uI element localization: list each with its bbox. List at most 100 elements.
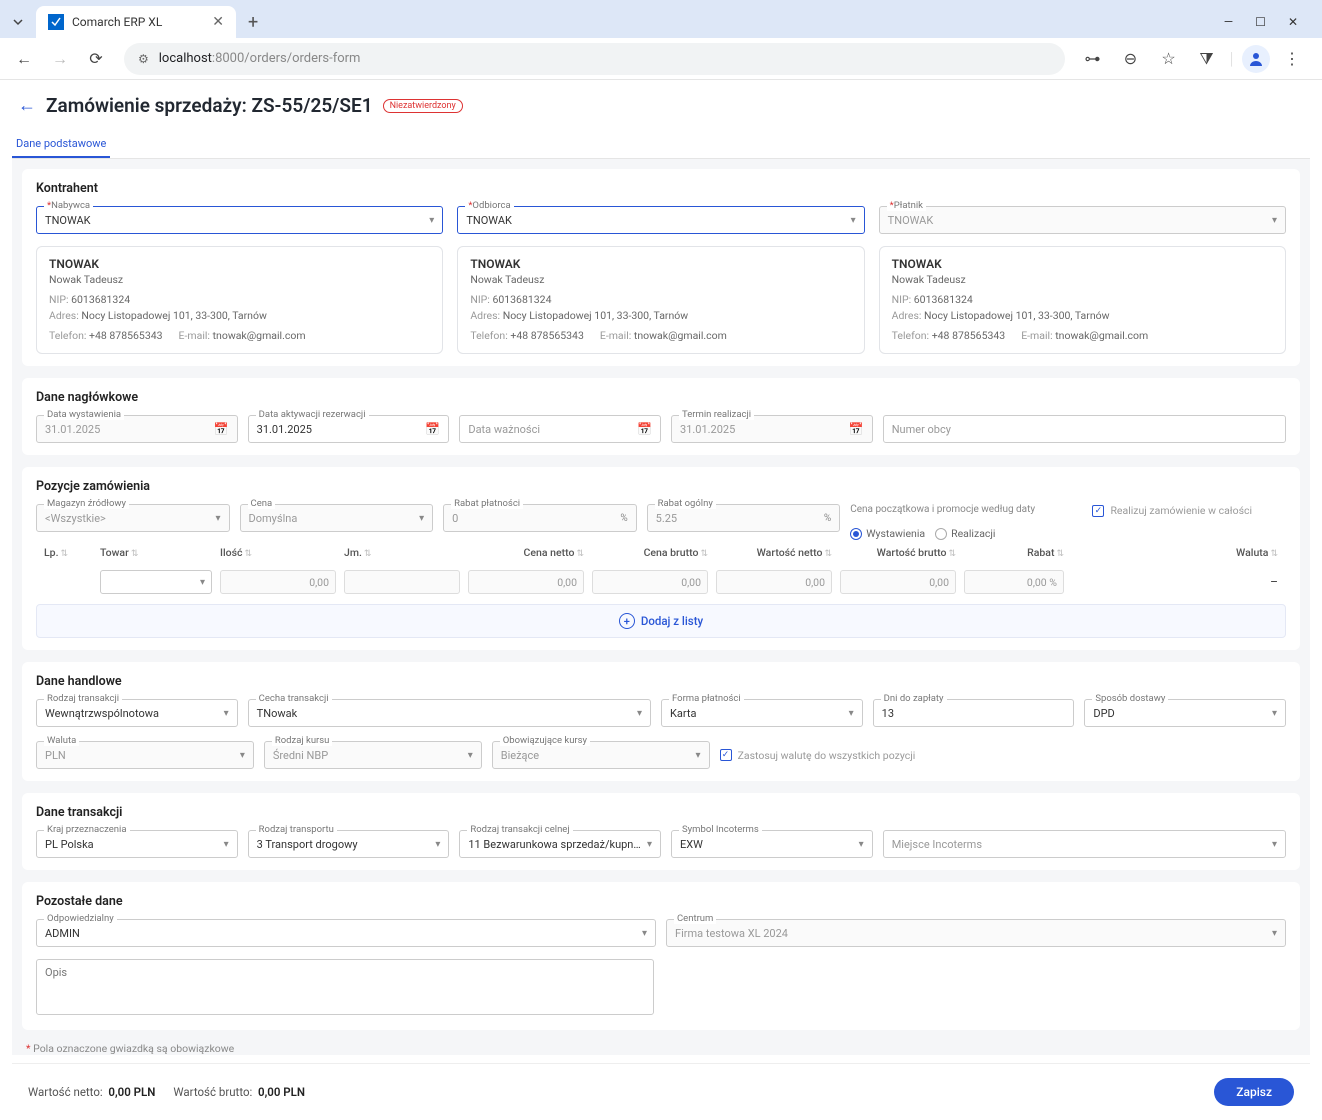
- page-tabs: Dane podstawowe: [12, 131, 1310, 159]
- sort-icon: ⇅: [576, 549, 584, 559]
- cell-ilosc[interactable]: 0,00: [220, 570, 336, 594]
- field-platnik: *Płatnik TNOWAK▾: [879, 206, 1286, 234]
- cell-wartosc-brutto[interactable]: 0,00: [840, 570, 956, 594]
- section-pozycje: Pozycje zamówienia Magazyn źródłowy <Wsz…: [22, 467, 1300, 650]
- url-text: localhost:8000/orders/orders-form: [159, 51, 361, 66]
- window-minimize-icon[interactable]: —: [1224, 15, 1233, 29]
- tab-list-dropdown[interactable]: [6, 10, 30, 34]
- card-nabywca: TNOWAK Nowak Tadeusz NIP: 6013681324 Adr…: [36, 246, 443, 354]
- radio-realizacji[interactable]: Realizacji: [935, 527, 995, 540]
- url-bar[interactable]: ⚙ localhost:8000/orders/orders-form: [124, 43, 1065, 75]
- window-maximize-icon[interactable]: ☐: [1255, 15, 1266, 29]
- tab-strip: Comarch ERP XL ✕ + — ☐ ✕: [0, 0, 1322, 38]
- sort-icon: ⇅: [700, 549, 708, 559]
- sort-icon: ⇅: [1270, 549, 1278, 559]
- page-title: Zamówienie sprzedaży: ZS-55/25/SE1: [46, 94, 373, 117]
- site-settings-icon[interactable]: ⚙: [138, 52, 149, 66]
- input-numer-obcy[interactable]: Numer obcy: [883, 415, 1286, 443]
- chevron-down-icon: ▾: [851, 215, 856, 226]
- field-nabywca: *Nabywca TNOWAK▾: [36, 206, 443, 234]
- card-platnik: TNOWAK Nowak Tadeusz NIP: 6013681324 Adr…: [879, 246, 1286, 354]
- nav-back-button[interactable]: ←: [8, 43, 40, 75]
- chevron-down-icon: ▾: [240, 750, 245, 761]
- profile-avatar[interactable]: [1242, 45, 1270, 73]
- password-icon[interactable]: ⊶: [1077, 43, 1109, 75]
- sort-icon: ⇅: [948, 549, 956, 559]
- section-naglowkowe: Dane nagłówkowe Data wystawienia 31.01.2…: [22, 378, 1300, 455]
- browser-menu-icon[interactable]: ⋮: [1276, 43, 1308, 75]
- textarea-opis[interactable]: [36, 959, 654, 1015]
- page-footer: Wartość netto: 0,00 PLN Wartość brutto: …: [12, 1063, 1310, 1120]
- select-odpowiedzialny[interactable]: ADMIN▾: [36, 919, 656, 947]
- chevron-down-icon: ▾: [216, 513, 221, 524]
- calendar-icon: 📅: [214, 422, 229, 436]
- add-from-list-button[interactable]: + Dodaj z listy: [36, 604, 1286, 638]
- new-tab-button[interactable]: +: [242, 12, 264, 33]
- cell-rabat[interactable]: 0,00 %: [964, 570, 1064, 594]
- chevron-down-icon: ▾: [224, 708, 229, 719]
- cell-cena-brutto[interactable]: 0,00: [592, 570, 708, 594]
- checkbox-realizuj-calosc: ✓ Realizuj zamówienie w całości: [1092, 504, 1286, 517]
- chevron-down-icon: ▾: [200, 577, 205, 588]
- select-nabywca[interactable]: TNOWAK▾: [36, 206, 443, 234]
- field-odbiorca: *Odbiorca TNOWAK▾: [457, 206, 864, 234]
- content-scroll: Kontrahent *Nabywca TNOWAK▾ *Odbiorca TN…: [12, 159, 1310, 1055]
- total-brutto: Wartość brutto: 0,00 PLN: [173, 1085, 305, 1099]
- extensions-icon[interactable]: ⧩: [1191, 43, 1223, 75]
- window-controls: — ☐ ✕: [1224, 15, 1316, 29]
- tab-title: Comarch ERP XL: [72, 15, 162, 29]
- section-transakcji: Dane transakcji Kraj przeznaczenia PL Po…: [22, 793, 1300, 870]
- app-root: ← Zamówienie sprzedaży: ZS-55/25/SE1 Nie…: [0, 80, 1322, 1120]
- checkbox-zastosuj-walute: ✓ Zastosuj walutę do wszystkich pozycji: [720, 741, 1286, 769]
- sort-icon: ⇅: [245, 549, 253, 559]
- chevron-down-icon: ▾: [1272, 215, 1277, 226]
- total-netto: Wartość netto: 0,00 PLN: [28, 1085, 155, 1099]
- save-button[interactable]: Zapisz: [1214, 1078, 1294, 1106]
- cell-jm[interactable]: [344, 570, 460, 594]
- chevron-down-icon: ▾: [1272, 928, 1277, 939]
- tab-dane-podstawowe[interactable]: Dane podstawowe: [12, 131, 110, 158]
- chevron-down-icon: ▾: [637, 708, 642, 719]
- sort-icon: ⇅: [131, 549, 139, 559]
- table-row: ▾ 0,00 0,00 0,00 0,00 0,00 0,00 % –: [36, 566, 1286, 598]
- status-badge: Niezatwierdzony: [383, 99, 463, 113]
- radio-wystawienia[interactable]: Wystawienia: [850, 527, 925, 540]
- check-icon: ✓: [1092, 505, 1104, 517]
- cell-cena-netto[interactable]: 0,00: [468, 570, 584, 594]
- required-footnote: * Pola oznaczone gwiazdką są obowiązkowe: [22, 1042, 1300, 1055]
- cell-towar-select[interactable]: ▾: [100, 570, 212, 594]
- date-waznosci[interactable]: Data ważności📅: [459, 415, 661, 443]
- chevron-down-icon: ▾: [435, 839, 440, 850]
- chevron-down-icon: ▾: [468, 750, 473, 761]
- window-close-icon[interactable]: ✕: [1288, 15, 1298, 29]
- page-header: ← Zamówienie sprzedaży: ZS-55/25/SE1 Nie…: [12, 90, 1310, 121]
- cell-wartosc-netto[interactable]: 0,00: [716, 570, 832, 594]
- chevron-down-icon: ▾: [429, 215, 434, 226]
- check-icon: ✓: [720, 749, 732, 761]
- browser-tab[interactable]: Comarch ERP XL ✕: [36, 6, 236, 38]
- chevron-down-icon: ▾: [696, 750, 701, 761]
- calendar-icon: 📅: [849, 422, 864, 436]
- section-handlowe: Dane handlowe Rodzaj transakcji Wewnątrz…: [22, 662, 1300, 781]
- chevron-down-icon: ▾: [647, 839, 652, 850]
- bookmark-star-icon[interactable]: ☆: [1153, 43, 1185, 75]
- plus-circle-icon: +: [619, 613, 635, 629]
- chevron-down-icon: ▾: [642, 928, 647, 939]
- page-back-arrow-icon[interactable]: ←: [18, 95, 36, 116]
- chevron-down-icon: ▾: [1272, 839, 1277, 850]
- select-platnik: TNOWAK▾: [879, 206, 1286, 234]
- zoom-icon[interactable]: ⊖: [1115, 43, 1147, 75]
- calendar-icon[interactable]: 📅: [637, 422, 652, 436]
- select-odbiorca[interactable]: TNOWAK▾: [457, 206, 864, 234]
- calendar-icon[interactable]: 📅: [425, 422, 440, 436]
- input-miejsce-incoterms[interactable]: Miejsce Incoterms▾: [883, 830, 1286, 858]
- tab-close-icon[interactable]: ✕: [212, 14, 224, 30]
- section-kontrahent: Kontrahent *Nabywca TNOWAK▾ *Odbiorca TN…: [22, 169, 1300, 366]
- browser-chrome: Comarch ERP XL ✕ + — ☐ ✕ ← → ⟳ ⚙ localho…: [0, 0, 1322, 80]
- sort-icon: ⇅: [1056, 549, 1064, 559]
- grid-header: Lp.⇅ Towar⇅ Ilość⇅ Jm.⇅ Cena netto⇅ Cena…: [36, 540, 1286, 566]
- sort-icon: ⇅: [824, 549, 832, 559]
- select-centrum: Firma testowa XL 2024▾: [666, 919, 1286, 947]
- nav-forward-button[interactable]: →: [44, 43, 76, 75]
- nav-reload-button[interactable]: ⟳: [80, 43, 112, 75]
